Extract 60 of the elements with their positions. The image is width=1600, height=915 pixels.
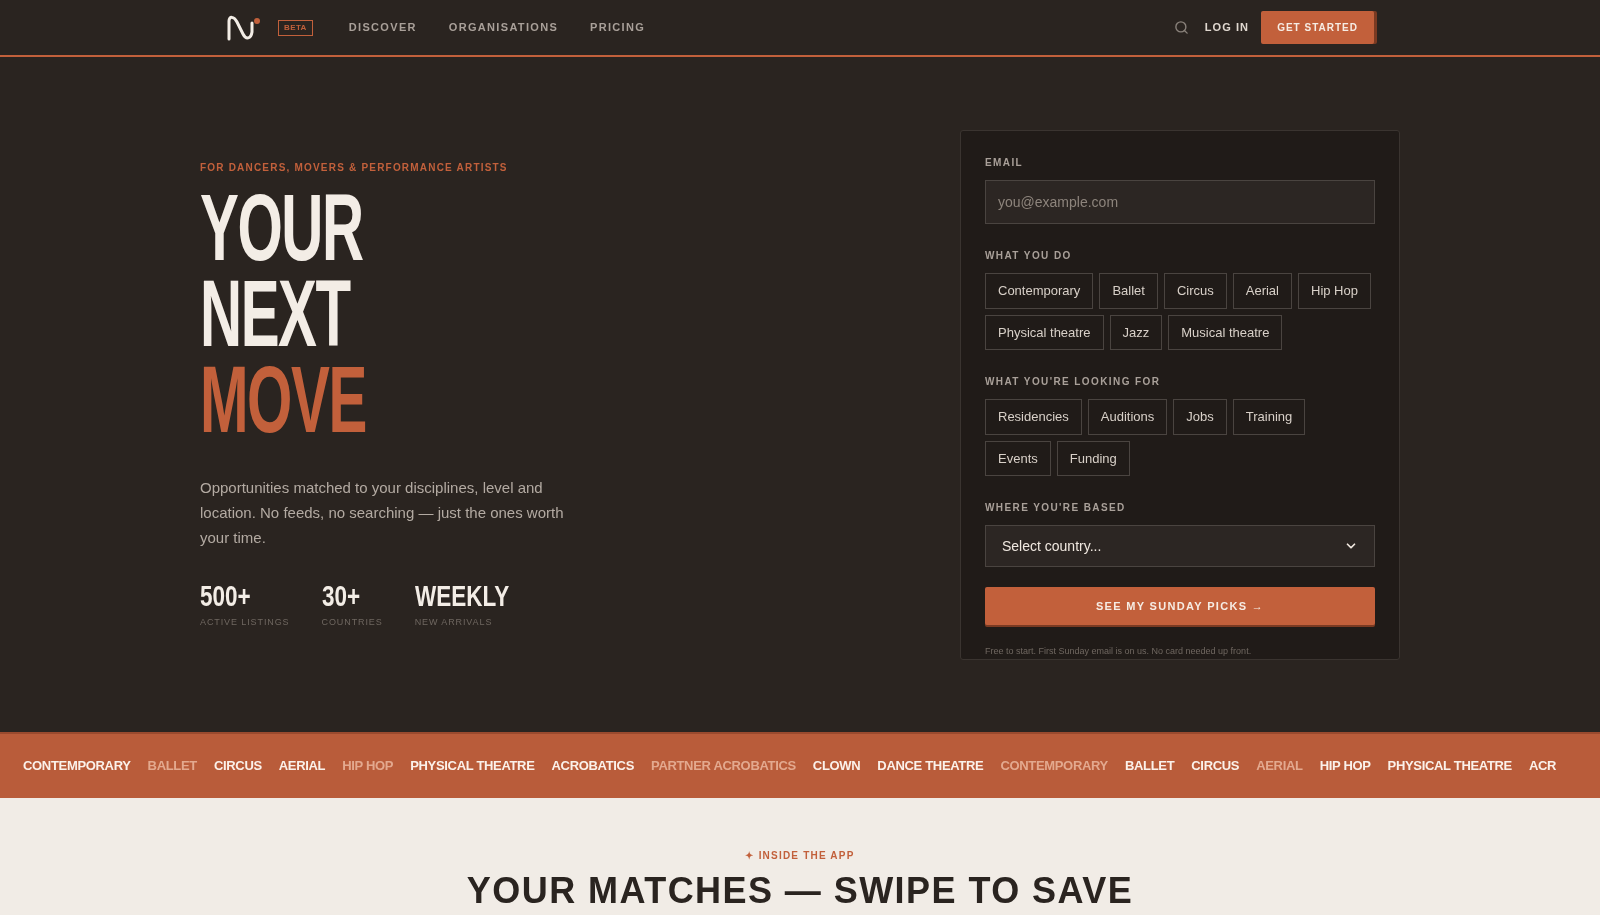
ticker-item: CIRCUS: [213, 757, 262, 776]
submit-button[interactable]: SEE MY SUNDAY PICKS →: [985, 587, 1375, 625]
filter-chip[interactable]: Funding: [1056, 440, 1130, 476]
ticker-item: PARTNER ACROBATICS: [651, 757, 796, 776]
beta-badge: BETA: [278, 19, 313, 36]
ticker-item: DANCE THEATRE: [877, 757, 984, 776]
ticker-item: ACR: [1528, 757, 1557, 776]
field-label: WHAT YOU DO: [985, 249, 1073, 263]
filter-chip[interactable]: Ballet: [1099, 273, 1158, 309]
ticker-item: HIP HOP: [342, 757, 394, 776]
field-label: WHERE YOU'RE BASED: [985, 501, 1127, 515]
ticker-item: CONTEMPORARY: [1000, 757, 1108, 776]
country-select[interactable]: Select country...: [985, 525, 1375, 567]
headline-text: NEXT: [200, 271, 350, 357]
email-field[interactable]: you@example.com: [985, 180, 1375, 224]
signup-note: Free to start. First Sunday email is on us. No card needed up front.: [985, 645, 1253, 658]
stat-label: COUNTRIES: [321, 616, 383, 629]
stat-label: ACTIVE LISTINGS: [200, 616, 290, 629]
ticker-item: ACROBATICS: [551, 757, 634, 776]
headline-text: YOUR: [200, 185, 363, 271]
filter-chip[interactable]: Jazz: [1109, 314, 1163, 350]
search-icon[interactable]: [1173, 20, 1189, 35]
section-eyebrow: ✦ INSIDE THE APP: [745, 849, 855, 863]
login-link[interactable]: LOG IN: [1204, 19, 1250, 36]
filter-chip[interactable]: Residencies: [985, 399, 1082, 435]
filter-chip[interactable]: Hip Hop: [1298, 273, 1371, 309]
stat-label: NEW ARRIVALS: [414, 616, 494, 629]
logo-icon[interactable]: [226, 14, 262, 41]
ticker-item: PHYSICAL THEATRE: [1387, 757, 1512, 776]
filter-chip[interactable]: Training: [1232, 399, 1306, 435]
ticker-item: HIP HOP: [1319, 757, 1371, 776]
stat-value: 500+: [200, 580, 251, 612]
filter-chip[interactable]: Physical theatre: [985, 314, 1104, 350]
filter-chip[interactable]: Aerial: [1232, 273, 1292, 309]
ticker-item: CLOWN: [812, 757, 861, 776]
filter-chip[interactable]: Auditions: [1087, 399, 1168, 435]
nav-link[interactable]: ORGANISATIONS: [448, 19, 559, 36]
section-heading: YOUR MATCHES — SWIPE TO SAVE: [466, 871, 1134, 911]
stat-value: 30+: [321, 580, 360, 612]
eyebrow-text: FOR DANCERS, MOVERS & PERFORMANCE ARTISTS: [200, 161, 509, 175]
filter-chip[interactable]: Jobs: [1173, 399, 1227, 435]
get-started-button[interactable]: GET STARTED: [1261, 11, 1374, 44]
stat-value: WEEKLY: [414, 580, 509, 612]
ticker-item: BALLET: [147, 757, 197, 776]
filter-chip[interactable]: Musical theatre: [1168, 314, 1283, 350]
hero-description: Opportunities matched to your disciplines, level and location. No feeds, no searching — just the ones worth your time.: [200, 478, 565, 548]
ticker-item: AERIAL: [278, 757, 326, 776]
ticker-item: PHYSICAL THEATRE: [410, 757, 535, 776]
filter-chip[interactable]: Circus: [1163, 273, 1227, 309]
nav-link[interactable]: DISCOVER: [348, 19, 417, 36]
ticker-item: BALLET: [1124, 757, 1175, 776]
ticker-item: CONTEMPORARY: [23, 757, 131, 776]
headline-text: MOVE: [200, 357, 366, 443]
nav-link[interactable]: PRICING: [590, 19, 646, 36]
field-label: WHAT YOU'RE LOOKING FOR: [985, 375, 1162, 389]
ticker-item: AERIAL: [1256, 757, 1303, 776]
filter-chip[interactable]: Contemporary: [985, 273, 1094, 309]
filter-chip[interactable]: Events: [985, 440, 1051, 476]
ticker-item: CIRCUS: [1191, 757, 1240, 776]
field-label: EMAIL: [985, 156, 1025, 170]
